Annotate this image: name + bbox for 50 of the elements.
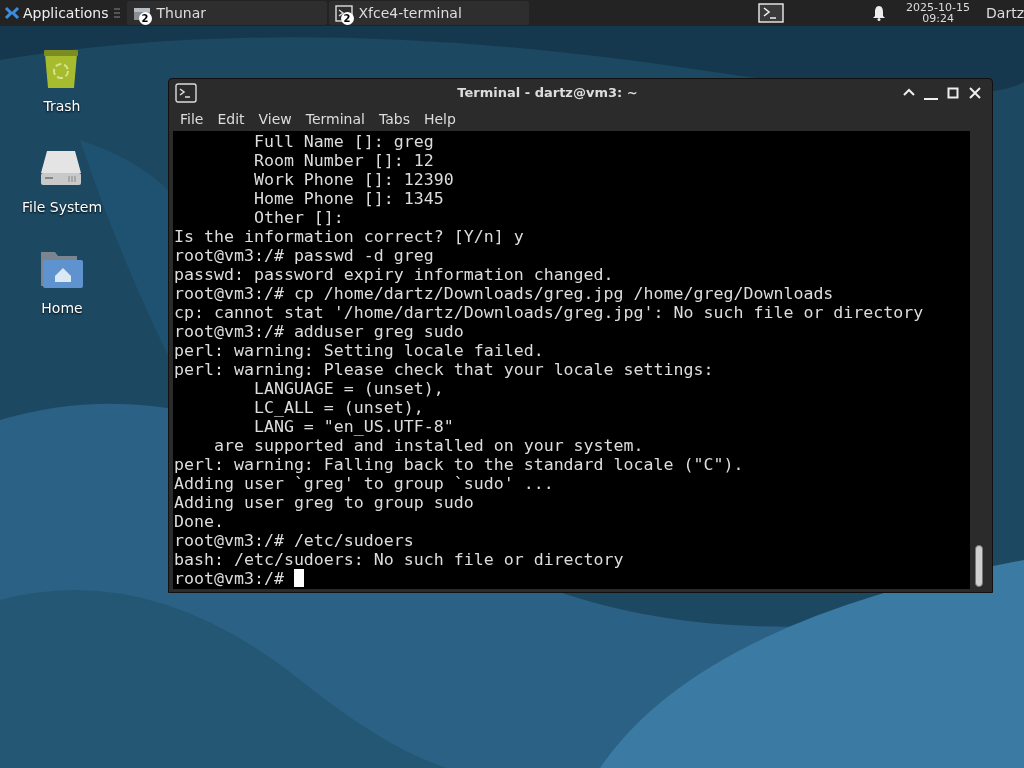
icon-label[interactable]: Home (41, 298, 83, 319)
menu-item[interactable]: Help (416, 108, 463, 130)
close-icon (968, 86, 982, 100)
terminal-line: Room Number []: 12 (252, 151, 434, 170)
icon-label[interactable]: Trash (43, 96, 81, 117)
window-title: Terminal - dartz@vm3: ~ (456, 84, 639, 103)
xfce-logo-icon (4, 5, 20, 21)
terminal-line: root@vm3:/# passwd -d greg (174, 246, 434, 265)
terminal-line: Done. (174, 512, 224, 531)
terminal-line: Other []: (252, 208, 344, 227)
user-name[interactable]: Dartz (986, 2, 1024, 24)
icon-label[interactable]: File System (21, 197, 103, 218)
minimize-icon (924, 98, 938, 100)
terminal-line: Is the information correct? [Y/n] y (174, 227, 524, 246)
terminal-icon (175, 83, 197, 103)
terminal-line: root@vm3:/# cp /home/dartz/Downloads/greg.jpg /home/greg/Downloads (174, 284, 834, 303)
menu-item[interactable]: Edit (210, 108, 252, 130)
terminal-line: LC_ALL = (unset), (252, 398, 424, 417)
terminal-line: LANG = "en_US.UTF-8" (252, 417, 454, 436)
terminal-line: are supported and installed on your system. (212, 436, 644, 455)
terminal-line: perl: warning: Please check that your locale settings: (174, 360, 714, 379)
menu-item[interactable]: View (251, 108, 299, 130)
maximize-icon (946, 86, 960, 100)
terminal-line: perl: warning: Setting locale failed. (174, 341, 544, 360)
separator-icon (112, 7, 121, 19)
terminal-line: cp: cannot stat '/home/dartz/Downloads/greg.jpg': No such file or directory (174, 303, 924, 322)
menu-item[interactable]: Tabs (371, 108, 417, 130)
bell-icon (872, 5, 887, 21)
terminal-line: Adding user greg to group sudo (174, 493, 474, 512)
terminal-line: bash: /etc/sudoers: No such file or directory (174, 550, 624, 569)
terminal-line: root@vm3:/# adduser greg sudo (174, 322, 464, 341)
clock-date: 2025-10-15 (906, 2, 971, 13)
terminal-line: root@vm3:/# /etc/sudoers (174, 531, 414, 550)
terminal-line: Home Phone []: 1345 (252, 189, 444, 208)
clock-time: 09:24 (921, 13, 955, 24)
terminal-icon (758, 3, 785, 23)
terminal-line: root@vm3:/# (174, 569, 284, 588)
applications-menu[interactable]: Applications (0, 0, 113, 26)
terminal-line: passwd: password expiry information changed. (174, 265, 614, 284)
terminal-line: perl: warning: Falling back to the standard locale ("C"). (174, 455, 744, 474)
taskbar-button[interactable]: 2 Xfce4-terminal (328, 1, 529, 25)
terminal-line: Full Name []: greg (252, 132, 434, 151)
scrollbar-thumb[interactable] (975, 545, 983, 587)
terminal-line: Adding user `greg' to group `sudo' ... (174, 474, 554, 493)
terminal-line: LANGUAGE = (unset), (252, 379, 444, 398)
menu-item[interactable]: File (173, 108, 211, 130)
taskbar-button[interactable]: 2 Thunar (126, 1, 327, 25)
menu-item[interactable]: Terminal (298, 108, 372, 130)
count-badge: 2 (340, 12, 354, 25)
terminal-line: Work Phone []: 12390 (252, 170, 454, 189)
